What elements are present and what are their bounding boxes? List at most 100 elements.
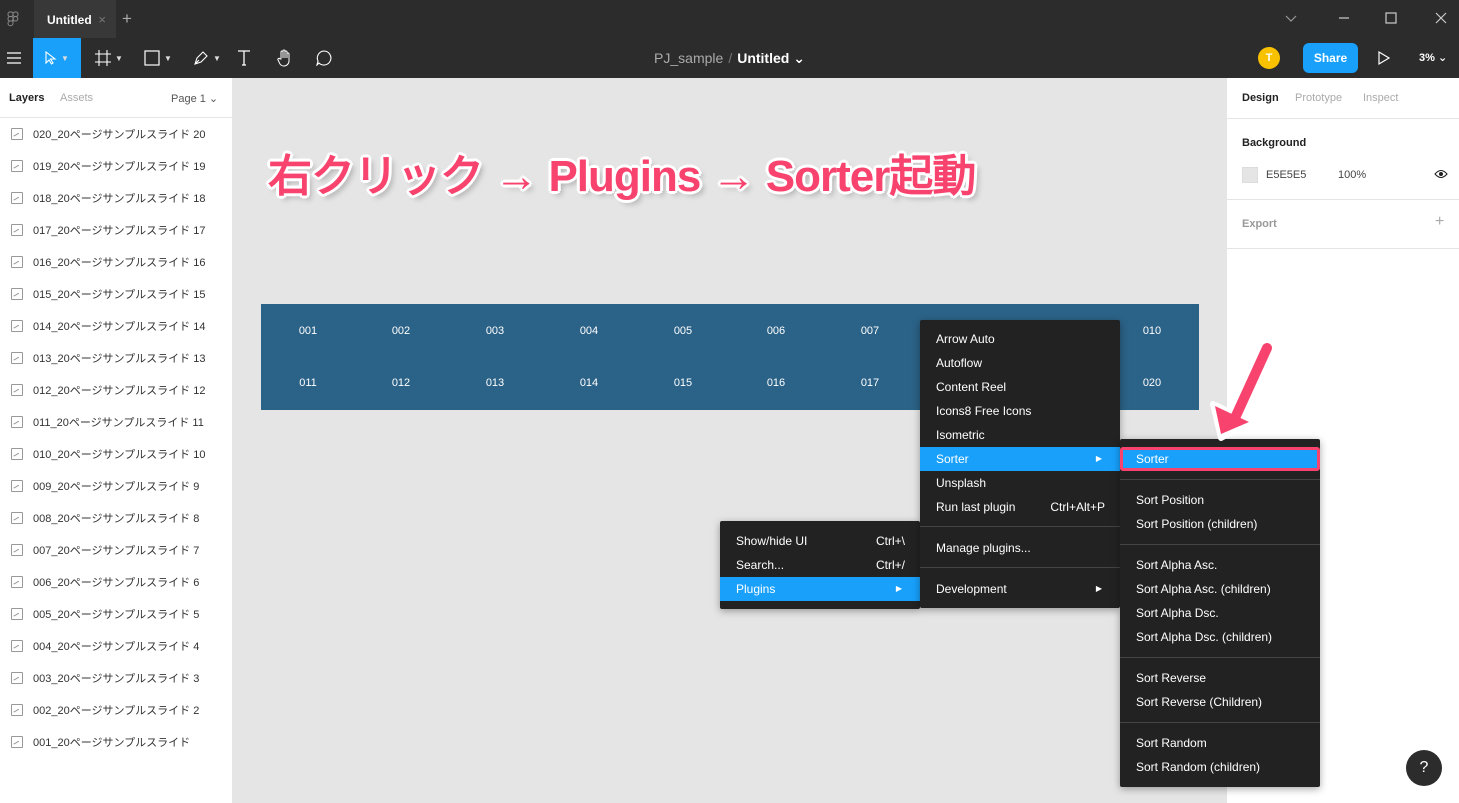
layer-item[interactable]: 006_20ページサンプルスライド 6: [0, 566, 232, 598]
slide-thumbnail[interactable]: 015: [653, 377, 713, 389]
menu-item-plugin[interactable]: Isometric: [920, 423, 1120, 447]
menu-item-show-hide-ui[interactable]: Show/hide UI Ctrl+\: [720, 529, 920, 553]
layer-item[interactable]: 009_20ページサンプルスライド 9: [0, 470, 232, 502]
layer-item[interactable]: 020_20ページサンプルスライド 20: [0, 118, 232, 150]
slide-thumbnail[interactable]: 005: [653, 325, 713, 337]
menu-item-label: Run last plugin: [936, 500, 1016, 514]
maximize-icon[interactable]: [1383, 10, 1399, 26]
layer-item[interactable]: 003_20ページサンプルスライド 3: [0, 662, 232, 694]
close-tab-icon[interactable]: ×: [98, 12, 106, 27]
add-export-button[interactable]: +: [1435, 213, 1444, 231]
avatar[interactable]: T: [1258, 47, 1280, 69]
layer-item[interactable]: 002_20ページサンプルスライド 2: [0, 694, 232, 726]
menu-item-shortcut: Ctrl+Alt+P: [1050, 500, 1105, 514]
tab-design[interactable]: Design: [1242, 92, 1279, 104]
slide-thumbnail[interactable]: 002: [371, 325, 431, 337]
menu-item-plugin[interactable]: Sorter ▶: [920, 447, 1120, 471]
slide-thumbnail[interactable]: 004: [559, 325, 619, 337]
slide-thumbnail[interactable]: 012: [371, 377, 431, 389]
tab-inspect[interactable]: Inspect: [1363, 92, 1398, 104]
page-selector[interactable]: Page 1 ⌄: [171, 92, 218, 105]
layer-item[interactable]: 014_20ページサンプルスライド 14: [0, 310, 232, 342]
menu-item-plugins[interactable]: Plugins ▶: [720, 577, 920, 601]
background-opacity[interactable]: 100%: [1338, 169, 1366, 181]
menu-item-sort-option[interactable]: Sort Random (children): [1120, 755, 1320, 779]
file-tab-label: Untitled: [47, 13, 92, 27]
layer-item[interactable]: 008_20ページサンプルスライド 8: [0, 502, 232, 534]
layer-item[interactable]: 016_20ページサンプルスライド 16: [0, 246, 232, 278]
slide-thumbnail[interactable]: 001: [278, 325, 338, 337]
layer-item[interactable]: 013_20ページサンプルスライド 13: [0, 342, 232, 374]
menu-item-label: Content Reel: [936, 380, 1007, 394]
layer-item[interactable]: 007_20ページサンプルスライド 7: [0, 534, 232, 566]
slide-thumbnail[interactable]: 011: [278, 377, 338, 389]
minimize-icon[interactable]: [1336, 10, 1352, 26]
menu-item-sort-option[interactable]: Sort Alpha Dsc. (children): [1120, 625, 1320, 649]
layer-item[interactable]: 015_20ページサンプルスライド 15: [0, 278, 232, 310]
file-name[interactable]: Untitled ⌄: [737, 50, 805, 66]
menu-item-plugin[interactable]: Icons8 Free Icons: [920, 399, 1120, 423]
tab-prototype[interactable]: Prototype: [1295, 92, 1342, 104]
menu-item-sort-option[interactable]: Sort Random: [1120, 731, 1320, 755]
menu-item-label: Unsplash: [936, 476, 987, 490]
slide-thumbnail[interactable]: 013: [465, 377, 525, 389]
menu-item-label: Arrow Auto: [936, 332, 995, 346]
menu-item-plugin[interactable]: Autoflow: [920, 351, 1120, 375]
layer-item[interactable]: 017_20ページサンプルスライド 17: [0, 214, 232, 246]
menu-item-sort-option[interactable]: Sort Position: [1120, 488, 1320, 512]
layer-item[interactable]: 001_20ページサンプルスライド: [0, 726, 232, 758]
share-button[interactable]: Share: [1303, 43, 1358, 73]
layer-item[interactable]: 011_20ページサンプルスライド 11: [0, 406, 232, 438]
menu-item-run-last-plugin[interactable]: Run last plugin Ctrl+Alt+P: [920, 495, 1120, 519]
menu-item-plugin[interactable]: Arrow Auto: [920, 327, 1120, 351]
image-layer-icon: [11, 608, 23, 620]
menu-item-sort-option[interactable]: Sort Reverse (Children): [1120, 690, 1320, 714]
chevron-down-icon[interactable]: [1283, 10, 1299, 26]
slide-thumbnail[interactable]: 014: [559, 377, 619, 389]
menu-item-plugin[interactable]: Unsplash: [920, 471, 1120, 495]
menu-item-sort-option[interactable]: Sort Alpha Asc. (children): [1120, 577, 1320, 601]
layer-item[interactable]: 012_20ページサンプルスライド 12: [0, 374, 232, 406]
slide-thumbnail[interactable]: 003: [465, 325, 525, 337]
layer-name: 003_20ページサンプルスライド 3: [33, 673, 200, 685]
play-icon[interactable]: [1377, 50, 1391, 66]
tab-assets[interactable]: Assets: [60, 92, 93, 104]
layer-name: 006_20ページサンプルスライド 6: [33, 577, 200, 589]
new-tab-icon[interactable]: +: [122, 9, 132, 29]
menu-separator: [1120, 544, 1320, 545]
slide-thumbnail[interactable]: 010: [1122, 325, 1182, 337]
menu-item-sort-option[interactable]: Sort Position (children): [1120, 512, 1320, 536]
menu-item-sorter[interactable]: Sorter: [1120, 447, 1320, 471]
menu-item-sort-option[interactable]: Sort Reverse: [1120, 666, 1320, 690]
menu-item-search[interactable]: Search... Ctrl+/: [720, 553, 920, 577]
menu-item-plugin[interactable]: Content Reel: [920, 375, 1120, 399]
menu-item-manage-plugins[interactable]: Manage plugins...: [920, 536, 1120, 560]
zoom-level[interactable]: 3% ⌄: [1419, 51, 1447, 64]
context-menu: Show/hide UI Ctrl+\ Search... Ctrl+/ Plu…: [720, 521, 920, 609]
slide-thumbnail[interactable]: 020: [1122, 377, 1182, 389]
project-name[interactable]: PJ_sample: [654, 50, 723, 66]
file-tab[interactable]: Untitled ×: [34, 0, 116, 38]
image-layer-icon: [11, 288, 23, 300]
slide-thumbnail[interactable]: 016: [746, 377, 806, 389]
slide-thumbnail[interactable]: 017: [840, 377, 900, 389]
layer-item[interactable]: 004_20ページサンプルスライド 4: [0, 630, 232, 662]
layer-item[interactable]: 010_20ページサンプルスライド 10: [0, 438, 232, 470]
menu-item-development[interactable]: Development ▶: [920, 577, 1120, 601]
menu-item-sort-option[interactable]: Sort Alpha Asc.: [1120, 553, 1320, 577]
background-swatch[interactable]: [1242, 167, 1258, 183]
menu-item-shortcut: Ctrl+/: [875, 558, 905, 572]
image-layer-icon: [11, 416, 23, 428]
close-window-icon[interactable]: [1433, 10, 1449, 26]
help-button[interactable]: ?: [1406, 750, 1442, 786]
menu-item-sort-option[interactable]: Sort Alpha Dsc.: [1120, 601, 1320, 625]
figma-logo-icon[interactable]: [6, 11, 20, 27]
tab-layers[interactable]: Layers: [9, 92, 44, 104]
slide-thumbnail[interactable]: 006: [746, 325, 806, 337]
layer-item[interactable]: 005_20ページサンプルスライド 5: [0, 598, 232, 630]
slide-thumbnail[interactable]: 007: [840, 325, 900, 337]
layer-item[interactable]: 019_20ページサンプルスライド 19: [0, 150, 232, 182]
background-hex[interactable]: E5E5E5: [1266, 169, 1306, 181]
layer-item[interactable]: 018_20ページサンプルスライド 18: [0, 182, 232, 214]
eye-icon[interactable]: [1434, 169, 1448, 179]
